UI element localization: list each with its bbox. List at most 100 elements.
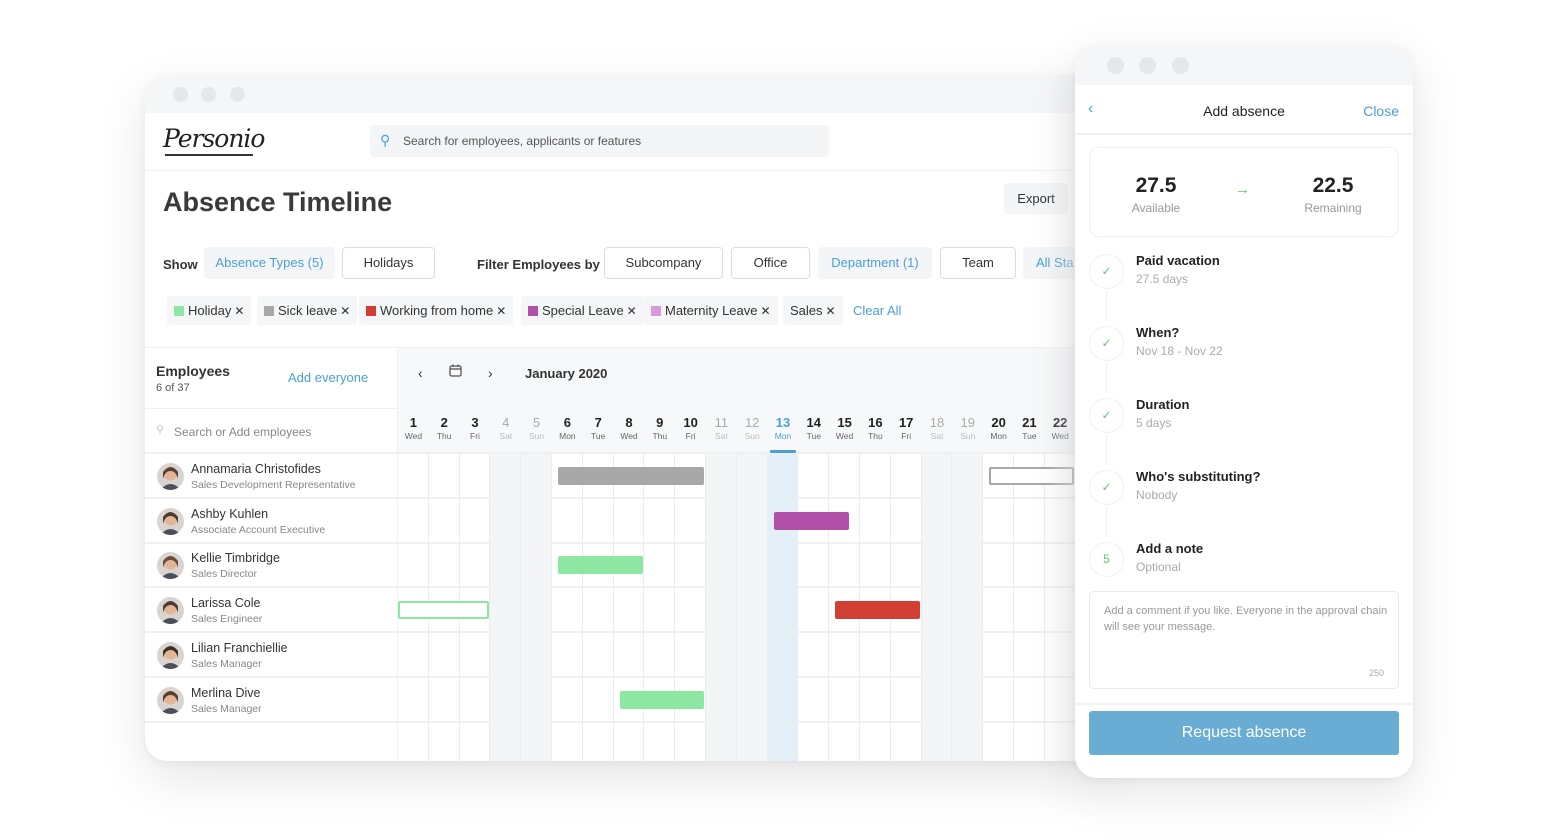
absence-bar[interactable] <box>558 556 643 575</box>
special-leave-color-swatch <box>528 306 538 316</box>
next-month-button[interactable]: › <box>488 365 493 381</box>
day-column[interactable] <box>552 454 583 761</box>
day-number: 19 <box>960 415 976 430</box>
remove-tag-icon[interactable]: ✕ <box>826 304 836 318</box>
day-number: 4 <box>502 415 510 430</box>
absence-bar[interactable] <box>619 690 705 709</box>
day-header: 5 Sun <box>521 416 552 442</box>
absence-timeline-window: Personio ⚲ Search for employees, applica… <box>145 75 1105 761</box>
employees-header: Employees 6 of 37 Add everyone <box>145 347 397 409</box>
global-search-input[interactable]: ⚲ Search for employees, applicants or fe… <box>370 125 829 157</box>
day-header: 12 Sun <box>737 416 768 442</box>
employee-search-input[interactable]: ⚲ Search or Add employees <box>145 409 397 454</box>
day-column[interactable] <box>521 454 552 761</box>
day-header: 15 Wed <box>829 416 860 442</box>
window-dot-maximize[interactable] <box>1172 57 1189 74</box>
tag-label: Working from home <box>380 303 494 318</box>
day-column[interactable] <box>798 454 830 761</box>
absence-bar[interactable] <box>558 467 705 485</box>
window-dot-maximize[interactable] <box>230 87 245 102</box>
avatar <box>157 686 184 714</box>
subcompany-filter-button[interactable]: Subcompany <box>604 247 723 279</box>
day-number: 9 <box>656 415 664 430</box>
balance-card: 27.5 Available → 22.5 Remaining <box>1089 147 1399 237</box>
employee-name[interactable]: Annamaria Christofides <box>191 462 321 476</box>
day-column[interactable] <box>675 454 706 761</box>
absence-bar[interactable] <box>773 511 850 530</box>
employees-title: Employees <box>156 363 230 379</box>
absence-bar[interactable] <box>835 601 921 620</box>
remove-tag-icon[interactable]: ✕ <box>340 304 350 318</box>
step-item[interactable]: ✓ Who's substituting? Nobody <box>1089 466 1399 516</box>
step-item[interactable]: ✓ When? Nov 18 - Nov 22 <box>1089 322 1399 372</box>
employee-name[interactable]: Merlina Dive <box>191 686 260 700</box>
absence-bar[interactable] <box>989 467 1075 485</box>
day-column[interactable] <box>983 454 1014 761</box>
remove-tag-icon[interactable]: ✕ <box>234 304 244 318</box>
export-button[interactable]: Export <box>1004 183 1068 214</box>
clear-all-link[interactable]: Clear All <box>853 303 901 318</box>
day-column[interactable] <box>644 454 676 761</box>
step-item[interactable]: ✓ Paid vacation 27.5 days <box>1089 250 1399 300</box>
day-of-week: Fri <box>901 431 912 441</box>
day-header: 16 Thu <box>860 416 891 442</box>
step-item[interactable]: ✓ Duration 5 days <box>1089 394 1399 444</box>
day-column[interactable] <box>583 454 614 761</box>
window-dot-minimize[interactable] <box>1139 57 1156 74</box>
day-of-week: Wed <box>620 431 638 441</box>
note-textarea[interactable]: Add a comment if you like. Everyone in t… <box>1089 591 1399 689</box>
day-of-week: Mon <box>774 431 792 441</box>
day-column[interactable] <box>921 454 953 761</box>
request-absence-button[interactable]: Request absence <box>1089 711 1399 755</box>
day-of-week: Sun <box>529 431 545 441</box>
calendar-icon[interactable] <box>449 364 462 380</box>
employee-name[interactable]: Larissa Cole <box>191 596 260 610</box>
day-of-week: Wed <box>404 431 423 441</box>
holidays-button[interactable]: Holidays <box>342 247 435 279</box>
absence-types-button[interactable]: Absence Types (5) <box>204 247 335 279</box>
department-filter-button[interactable]: Department (1) <box>818 247 932 279</box>
previous-month-button[interactable]: ‹ <box>418 365 423 381</box>
remove-tag-icon[interactable]: ✕ <box>761 304 771 318</box>
step-connector <box>1106 508 1107 536</box>
sick-leave-color-swatch <box>264 306 274 316</box>
day-column[interactable] <box>706 454 737 761</box>
remove-tag-icon[interactable]: ✕ <box>496 304 506 318</box>
filter-employees-label: Filter Employees by <box>477 257 600 272</box>
step-item[interactable]: 5 Add a note Optional <box>1089 538 1399 588</box>
window-dot-close[interactable] <box>173 87 188 102</box>
day-column[interactable] <box>1014 454 1045 761</box>
add-everyone-link[interactable]: Add everyone <box>288 370 368 385</box>
day-of-week: Fri <box>685 431 696 441</box>
day-column[interactable] <box>736 454 768 761</box>
absence-bar[interactable] <box>398 601 489 620</box>
team-filter-button[interactable]: Team <box>940 247 1016 279</box>
employee-name[interactable]: Kellie Timbridge <box>191 551 280 565</box>
current-month-label: January 2020 <box>525 366 608 381</box>
remove-tag-icon[interactable]: ✕ <box>627 304 637 318</box>
panel-divider <box>1075 703 1413 705</box>
search-icon: ⚲ <box>156 424 165 436</box>
day-number: 2 <box>440 415 448 430</box>
personio-logo[interactable]: Personio <box>163 124 265 153</box>
day-header: 18 Sat <box>922 416 953 442</box>
tag-label: Special Leave <box>542 303 624 318</box>
employee-name[interactable]: Lilian Franchiellie <box>191 641 288 655</box>
day-of-week: Fri <box>470 431 480 441</box>
avatar <box>157 597 184 625</box>
employee-name[interactable]: Ashby Kuhlen <box>191 507 268 521</box>
close-button[interactable]: Close <box>1363 103 1399 119</box>
day-header: 10 Fri <box>675 416 706 442</box>
window-dot-close[interactable] <box>1107 57 1124 74</box>
day-number: 1 <box>409 415 418 430</box>
day-column[interactable] <box>952 454 984 761</box>
day-column[interactable] <box>767 454 799 761</box>
day-number: 22 <box>1052 415 1068 430</box>
day-column[interactable] <box>1045 454 1076 761</box>
day-column[interactable] <box>490 454 522 761</box>
office-filter-button[interactable]: Office <box>731 247 810 279</box>
filter-tag-sick-leave: Sick leave ✕ <box>257 296 358 325</box>
window-dot-minimize[interactable] <box>201 87 216 102</box>
day-column[interactable] <box>614 454 645 761</box>
step-subtitle: Nov 18 - Nov 22 <box>1136 344 1223 358</box>
